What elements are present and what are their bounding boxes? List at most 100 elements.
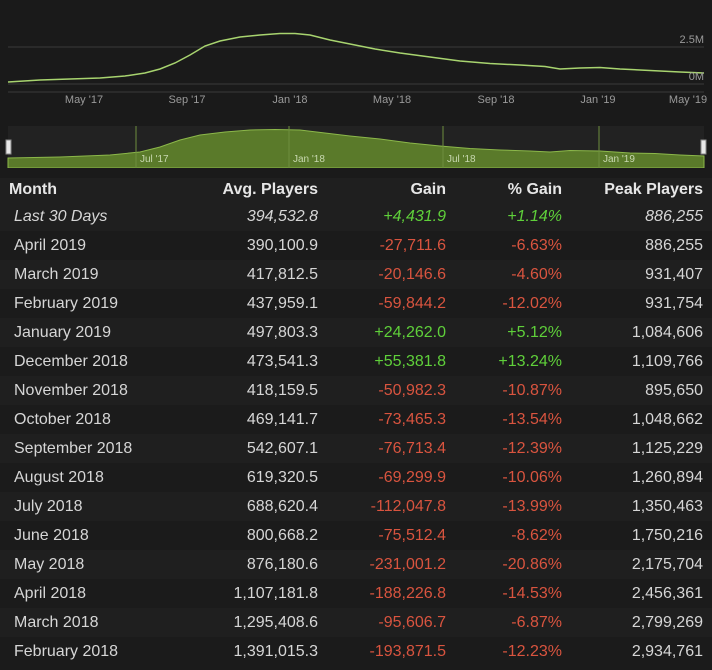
avg-players-cell: 390,100.9: [246, 237, 318, 254]
x-tick-label: May '19: [669, 94, 707, 106]
x-tick-label: Jan '19: [580, 94, 615, 106]
peak-players-cell: 2,799,269: [631, 614, 703, 631]
gain-cell: -73,465.3: [378, 411, 446, 428]
percent-gain-cell: -13.99%: [502, 498, 562, 515]
month-cell: March 2019: [14, 266, 99, 283]
gain-cell: -76,713.4: [378, 440, 446, 457]
month-cell: January 2019: [14, 324, 111, 341]
table-row: September 2018 542,607.1 -76,713.4 -12.39% 1…: [0, 434, 712, 463]
header-gain[interactable]: Gain: [410, 178, 446, 202]
table-row: July 2018 688,620.4 -112,047.8 -13.99% 1,350…: [0, 492, 712, 521]
peak-players-cell: 1,109,766: [631, 353, 703, 370]
header-avg-players[interactable]: Avg. Players: [223, 178, 318, 202]
avg-players-cell: 418,159.5: [246, 382, 318, 399]
peak-players-cell: 886,255: [645, 237, 703, 254]
avg-players-cell: 800,668.2: [246, 527, 318, 544]
month-cell: February 2018: [14, 643, 119, 660]
avg-players-cell: 417,812.5: [246, 266, 318, 283]
peak-players-cell: 1,084,606: [631, 324, 703, 341]
avg-players-cell: 473,541.3: [246, 353, 318, 370]
gain-cell: -50,982.3: [378, 382, 446, 399]
avg-players-cell: 1,391,015.3: [233, 643, 318, 660]
range-navigator[interactable]: Jul '17 Jan '18 Jul '18 Jan '19: [0, 126, 712, 168]
table-row: November 2018 418,159.5 -50,982.3 -10.87% 89…: [0, 376, 712, 405]
percent-gain-cell: -6.63%: [511, 237, 562, 254]
gain-cell: -20,146.6: [378, 266, 446, 283]
table-row: October 2018 469,141.7 -73,465.3 -13.54% 1,0…: [0, 405, 712, 434]
month-cell: April 2019: [14, 237, 87, 254]
percent-gain-cell: +1.14%: [507, 208, 562, 225]
peak-players-cell: 1,048,662: [631, 411, 703, 428]
gain-cell: +24,262.0: [374, 324, 446, 341]
header-percent-gain[interactable]: % Gain: [508, 178, 562, 202]
peak-players-cell: 1,260,894: [631, 469, 703, 486]
percent-gain-cell: -8.62%: [511, 527, 562, 544]
percent-gain-cell: -12.39%: [502, 440, 562, 457]
percent-gain-cell: -12.02%: [502, 295, 562, 312]
avg-players-cell: 394,532.8: [246, 208, 318, 225]
month-cell: March 2018: [14, 614, 99, 631]
table-row: Last 30 Days 394,532.8 +4,431.9 +1.14% 886,2…: [0, 202, 712, 231]
percent-gain-cell: -20.86%: [502, 556, 562, 573]
table-body: Last 30 Days 394,532.8 +4,431.9 +1.14% 886,2…: [0, 202, 712, 666]
gain-cell: -188,226.8: [369, 585, 446, 602]
peak-players-cell: 1,750,216: [631, 527, 703, 544]
navigator-tick-label: Jan '19: [603, 154, 635, 165]
peak-players-cell: 1,350,463: [631, 498, 703, 515]
header-peak-players[interactable]: Peak Players: [604, 178, 703, 202]
avg-players-cell: 1,295,408.6: [233, 614, 318, 631]
player-count-chart[interactable]: 2.5M 0M May '17 Sep '17 Jan '18 May '18 …: [0, 0, 712, 110]
peak-players-cell: 2,456,361: [631, 585, 703, 602]
x-tick-label: May '18: [373, 94, 411, 106]
gain-cell: -95,606.7: [378, 614, 446, 631]
navigator-tick-label: Jul '17: [140, 154, 169, 165]
table-row: April 2019 390,100.9 -27,711.6 -6.63% 886,25…: [0, 231, 712, 260]
peak-players-cell: 2,175,704: [631, 556, 703, 573]
table-row: March 2018 1,295,408.6 -95,606.7 -6.87% 2,79…: [0, 608, 712, 637]
table-row: January 2019 497,803.3 +24,262.0 +5.12% 1,08…: [0, 318, 712, 347]
percent-gain-cell: -6.87%: [511, 614, 562, 631]
avg-players-cell: 437,959.1: [246, 295, 318, 312]
navigator-left-handle: [5, 139, 12, 155]
peak-players-cell: 931,407: [645, 266, 703, 283]
x-tick-label: Jan '18: [272, 94, 307, 106]
table-row: March 2019 417,812.5 -20,146.6 -4.60% 931,40…: [0, 260, 712, 289]
avg-players-cell: 876,180.6: [246, 556, 318, 573]
month-cell: June 2018: [14, 527, 89, 544]
gain-cell: -69,299.9: [378, 469, 446, 486]
month-cell: September 2018: [14, 440, 133, 457]
avg-players-cell: 688,620.4: [246, 498, 318, 515]
percent-gain-cell: +13.24%: [498, 353, 562, 370]
gain-cell: -59,844.2: [378, 295, 446, 312]
percent-gain-cell: -13.54%: [502, 411, 562, 428]
percent-gain-cell: -12.23%: [502, 643, 562, 660]
gain-cell: -27,711.6: [379, 237, 446, 254]
navigator-tick-label: Jul '18: [447, 154, 476, 165]
month-cell: November 2018: [14, 382, 128, 399]
player-chart-area: 2.5M 0M May '17 Sep '17 Jan '18 May '18 …: [0, 0, 712, 178]
percent-gain-cell: -4.60%: [511, 266, 562, 283]
avg-players-cell: 1,107,181.8: [233, 585, 318, 602]
month-cell: December 2018: [14, 353, 128, 370]
month-cell: Last 30 Days: [14, 208, 108, 225]
navigator-right-handle: [700, 139, 707, 155]
percent-gain-cell: -10.06%: [502, 469, 562, 486]
peak-players-cell: 2,934,761: [631, 643, 703, 660]
peak-players-cell: 1,125,229: [631, 440, 703, 457]
x-tick-label: Sep '17: [169, 94, 206, 106]
percent-gain-cell: +5.12%: [507, 324, 562, 341]
monthly-stats-table: Month Avg. Players Gain % Gain Peak Play…: [0, 178, 712, 666]
avg-players-cell: 497,803.3: [246, 324, 318, 341]
month-cell: February 2019: [14, 295, 119, 312]
month-cell: May 2018: [14, 556, 85, 573]
table-row: February 2019 437,959.1 -59,844.2 -12.02% 93…: [0, 289, 712, 318]
gain-cell: -231,001.2: [369, 556, 446, 573]
table-row: May 2018 876,180.6 -231,001.2 -20.86% 2,175,…: [0, 550, 712, 579]
gain-cell: -112,047.8: [370, 498, 446, 515]
table-row: April 2018 1,107,181.8 -188,226.8 -14.53% 2,…: [0, 579, 712, 608]
player-count-line: [7, 32, 705, 83]
table-row: August 2018 619,320.5 -69,299.9 -10.06% 1,26…: [0, 463, 712, 492]
navigator-tick-label: Jan '18: [293, 154, 325, 165]
y-tick-label: 2.5M: [680, 34, 704, 46]
header-month[interactable]: Month: [9, 178, 57, 202]
